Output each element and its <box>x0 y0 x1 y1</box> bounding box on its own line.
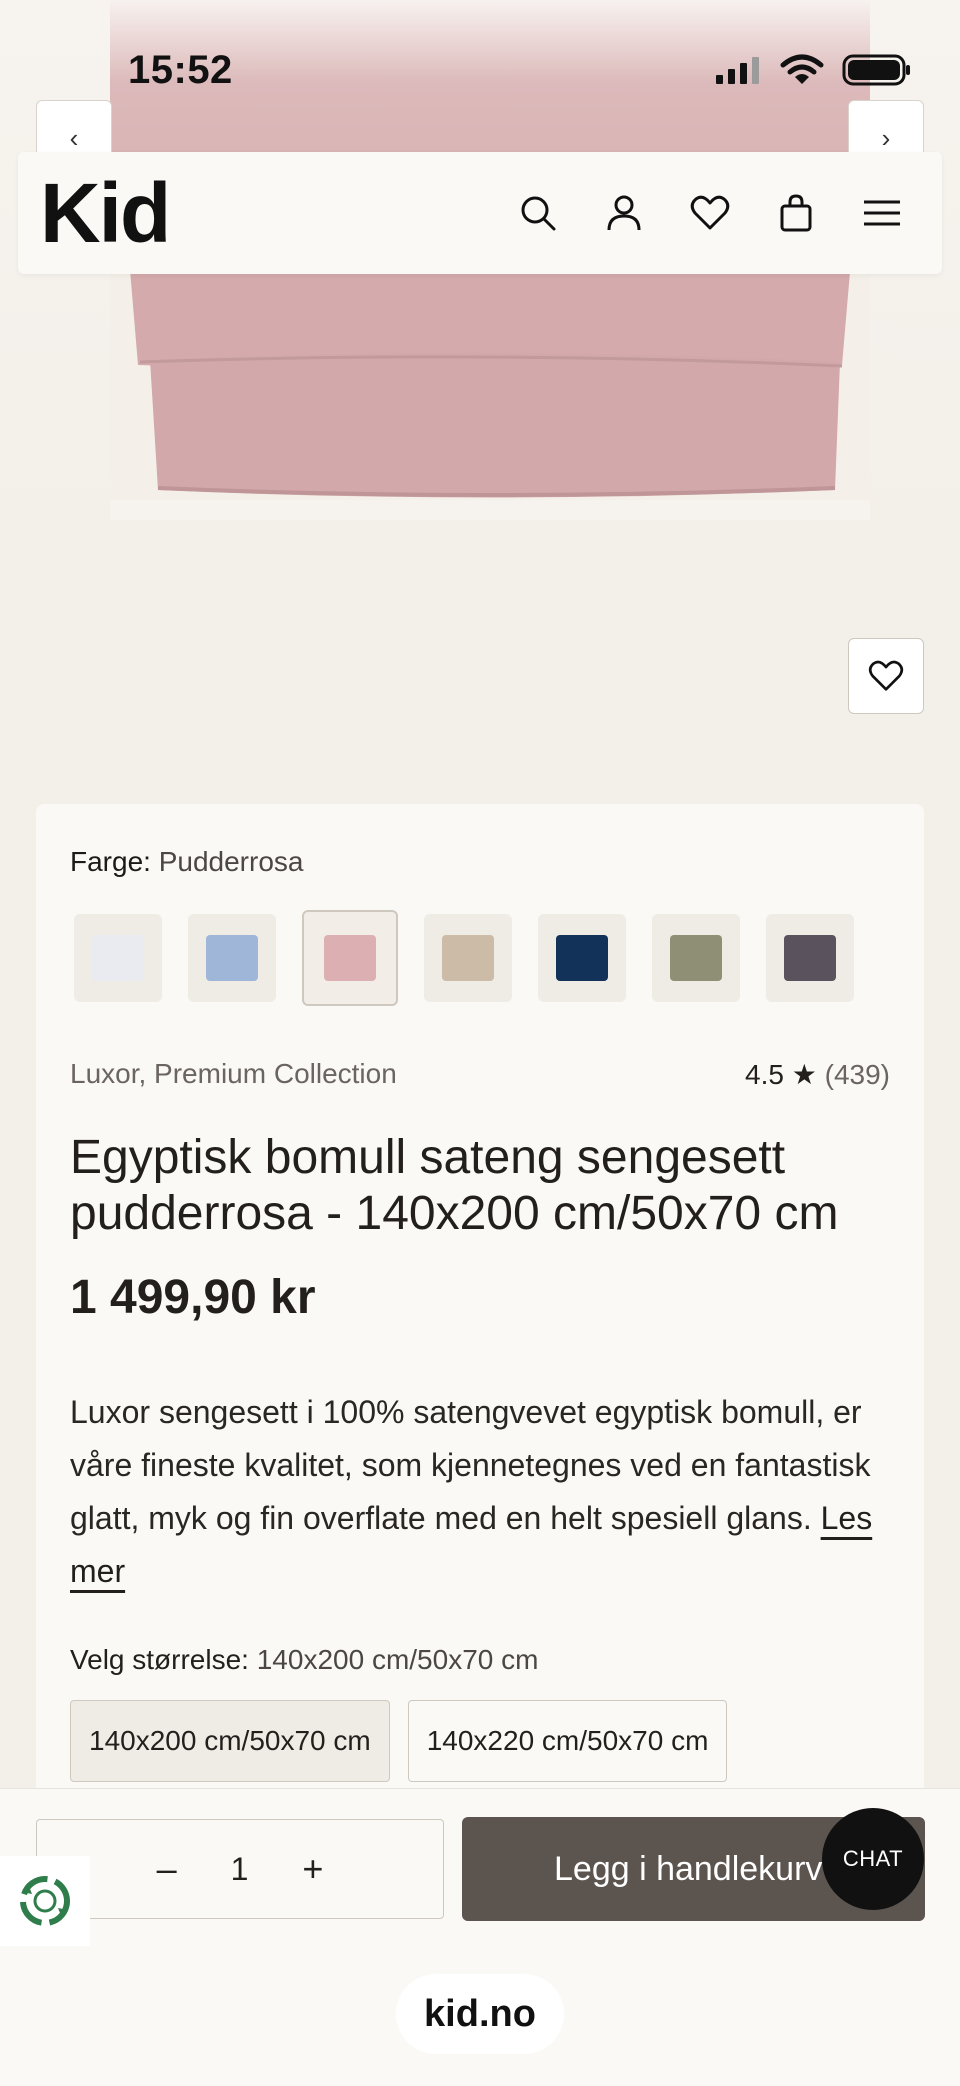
hamburger-icon[interactable] <box>862 193 902 233</box>
battery-icon <box>842 54 910 86</box>
size-value: 140x200 cm/50x70 cm <box>256 1644 539 1675</box>
heart-icon[interactable] <box>690 193 730 233</box>
site-logo[interactable]: Kid <box>40 171 171 255</box>
quantity-stepper: – 1 + <box>36 1819 444 1919</box>
brand-name[interactable]: Luxor, Premium Collection <box>70 1058 397 1091</box>
color-label: Farge: <box>70 846 151 877</box>
swatch-beige[interactable] <box>424 914 512 1002</box>
product-details-card: Farge: Pudderrosa Luxor, Premium Collect… <box>36 804 924 1814</box>
size-options: 140x200 cm/50x70 cm 140x220 cm/50x70 cm <box>70 1700 728 1782</box>
user-icon[interactable] <box>604 193 644 233</box>
header-actions <box>518 193 902 233</box>
browser-url-bar[interactable]: kid.no <box>396 1974 564 2054</box>
add-to-wishlist-button[interactable] <box>848 638 924 714</box>
size-option-140x220[interactable]: 140x220 cm/50x70 cm <box>407 1700 728 1782</box>
description-text: Luxor sengesett i 100% satengvevet egypt… <box>70 1394 871 1536</box>
decrease-quantity-button[interactable]: – <box>157 1848 177 1890</box>
swatch-thumbnail <box>556 935 608 981</box>
review-count: (439) <box>824 1059 890 1090</box>
swatch-thumbnail <box>206 935 258 981</box>
color-selection-label: Farge: Pudderrosa <box>70 846 303 878</box>
status-bar: 15:52 <box>128 44 912 96</box>
swatch-graa-lilla[interactable] <box>766 914 854 1002</box>
color-value: Pudderrosa <box>158 846 304 877</box>
product-price: 1 499,90 kr <box>70 1271 316 1324</box>
search-icon[interactable] <box>518 193 558 233</box>
recycle-badge[interactable] <box>0 1856 90 1946</box>
swatch-pudderrosa[interactable] <box>302 910 398 1006</box>
product-rating[interactable]: 4.5 ★ (439) <box>745 1058 890 1091</box>
size-label: Velg størrelse: <box>70 1644 249 1675</box>
swatch-thumbnail <box>324 935 376 981</box>
wifi-icon <box>780 54 824 84</box>
chevron-left-icon: ‹ <box>69 122 79 153</box>
status-time: 15:52 <box>128 47 233 92</box>
color-swatches <box>74 910 854 1006</box>
swatch-marineblaa[interactable] <box>538 914 626 1002</box>
site-header: Kid <box>18 152 942 274</box>
rating-value: 4.5 ★ <box>745 1059 817 1090</box>
heart-icon <box>868 660 904 691</box>
quantity-value[interactable]: 1 <box>231 1851 249 1888</box>
product-description: Luxor sengesett i 100% satengvevet egypt… <box>70 1386 894 1598</box>
bag-icon[interactable] <box>776 193 816 233</box>
recycle-icon <box>20 1876 70 1926</box>
increase-quantity-button[interactable]: + <box>302 1848 323 1890</box>
product-title: Egyptisk bomull sateng sengesett pudderr… <box>70 1131 839 1240</box>
chevron-right-icon: › <box>881 122 891 153</box>
size-selection-label: Velg størrelse: 140x200 cm/50x70 cm <box>70 1644 538 1676</box>
swatch-thumbnail <box>442 935 494 981</box>
size-option-140x200[interactable]: 140x200 cm/50x70 cm <box>70 1700 390 1782</box>
signal-icon <box>716 57 759 84</box>
swatch-thumbnail <box>784 935 836 981</box>
swatch-oliven[interactable] <box>652 914 740 1002</box>
system-icons <box>714 54 912 86</box>
swatch-thumbnail <box>670 935 722 981</box>
swatch-thumbnail <box>92 935 144 981</box>
swatch-hvit[interactable] <box>74 914 162 1002</box>
brand-rating-row: Luxor, Premium Collection 4.5 ★ (439) <box>70 1058 890 1091</box>
chat-button[interactable]: CHAT <box>822 1808 924 1910</box>
swatch-lyseblaa[interactable] <box>188 914 276 1002</box>
